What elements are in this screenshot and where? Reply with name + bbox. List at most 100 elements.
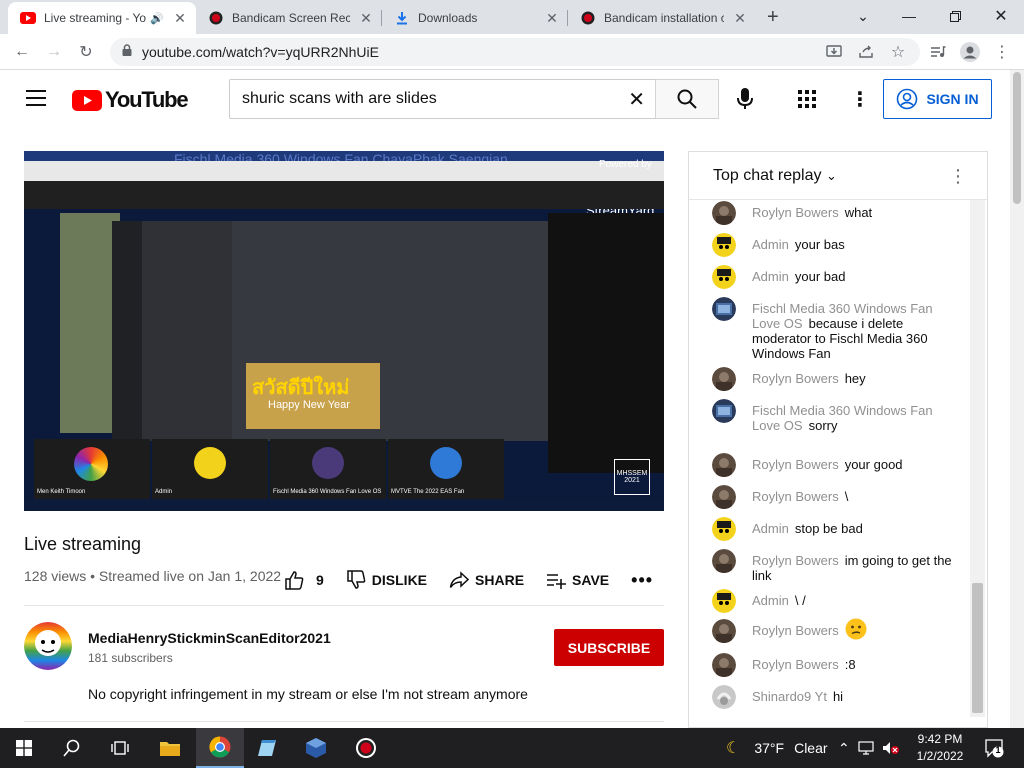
virtualbox-taskbar-button[interactable] — [292, 728, 340, 768]
chat-author-avatar[interactable] — [712, 685, 736, 709]
chat-author-avatar[interactable] — [712, 485, 736, 509]
chat-author-avatar[interactable] — [712, 367, 736, 391]
share-button[interactable]: SHARE — [449, 570, 524, 590]
browser-menu-icon[interactable]: ⋮ — [990, 40, 1014, 64]
media-control-icon[interactable] — [926, 40, 950, 64]
chat-message: Admin your bad — [712, 265, 952, 289]
player-inner-channel-list — [142, 221, 232, 441]
speaker-muted-icon[interactable] — [882, 741, 900, 755]
chat-author-avatar[interactable] — [712, 201, 736, 225]
notification-center-button[interactable]: 1 — [984, 738, 1004, 763]
share-page-icon[interactable] — [854, 40, 878, 64]
task-view-button[interactable] — [96, 728, 144, 768]
channel-avatar[interactable] — [24, 622, 72, 670]
hamburger-menu-icon[interactable] — [26, 90, 46, 111]
close-icon[interactable]: ✕ — [732, 10, 748, 26]
confused-face-icon — [845, 618, 867, 640]
chat-author-name[interactable]: Admin — [752, 269, 789, 284]
tab-live-streaming[interactable]: Live streaming - Yo 🔊 ✕ — [8, 2, 196, 34]
back-button[interactable]: ← — [10, 40, 34, 64]
reload-button[interactable]: ↻ — [74, 40, 98, 64]
chat-author-name[interactable]: Roylyn Bowers — [752, 657, 839, 672]
close-window-button[interactable]: ✕ — [978, 0, 1024, 32]
close-icon[interactable]: ✕ — [358, 10, 374, 26]
search-box[interactable]: shuric scans with are slides ✕ — [229, 79, 656, 119]
install-app-icon[interactable] — [822, 40, 846, 64]
dislike-button[interactable]: DISLIKE — [346, 570, 427, 590]
voice-search-icon[interactable] — [737, 88, 753, 115]
omnibox[interactable]: youtube.com/watch?v=yqURR2NhUiE — [110, 38, 920, 66]
channel-name[interactable]: MediaHenryStickminScanEditor2021 — [88, 630, 331, 646]
sign-in-button[interactable]: SIGN IN — [883, 79, 992, 119]
apps-grid-icon[interactable] — [798, 90, 816, 113]
tab-bandicam-recorder[interactable]: Bandicam Screen Reco ✕ — [196, 2, 382, 34]
close-icon[interactable]: ✕ — [544, 10, 560, 26]
search-input[interactable]: shuric scans with are slides — [242, 90, 628, 108]
close-icon[interactable]: ✕ — [172, 10, 188, 26]
chat-author-name[interactable]: Roylyn Bowers — [752, 371, 839, 386]
notepad-taskbar-button[interactable] — [244, 728, 292, 768]
new-tab-button[interactable]: + — [767, 7, 779, 27]
bookmark-star-icon[interactable]: ☆ — [886, 40, 910, 64]
chat-author-name[interactable]: Shinardo9 Yt — [752, 689, 827, 704]
page-scrollbar-thumb[interactable] — [1013, 72, 1021, 204]
taskbar-clock[interactable]: 9:42 PM 1/2/2022 — [916, 731, 964, 765]
chat-mode-selector[interactable]: Top chat replay ⌄ — [713, 167, 837, 185]
tab-downloads[interactable]: Downloads ✕ — [382, 2, 568, 34]
file-explorer-button[interactable] — [146, 728, 194, 768]
participant-tile: MVTVE The 2022 EAS Fan — [388, 439, 504, 499]
subscribe-button[interactable]: SUBSCRIBE — [554, 629, 664, 666]
chat-author-avatar[interactable] — [712, 297, 736, 321]
chat-author-name[interactable]: Roylyn Bowers — [752, 457, 839, 472]
clear-search-icon[interactable]: ✕ — [628, 87, 645, 112]
chat-menu-icon[interactable]: ⋮ — [949, 166, 967, 187]
chat-author-avatar[interactable] — [712, 653, 736, 677]
chat-author-avatar[interactable] — [712, 517, 736, 541]
youtube-logo[interactable]: YouTube — [72, 87, 189, 113]
search-button[interactable] — [655, 79, 719, 119]
chat-author-avatar[interactable] — [712, 399, 736, 423]
chrome-taskbar-button[interactable] — [196, 728, 244, 768]
chat-author-name[interactable]: Roylyn Bowers — [752, 553, 839, 568]
page-scrollbar[interactable] — [1010, 70, 1024, 728]
start-button[interactable] — [0, 728, 48, 768]
tab-search-button[interactable]: ⌄ — [840, 0, 886, 32]
chat-author-avatar[interactable] — [712, 549, 736, 573]
chat-scrollbar[interactable] — [970, 200, 985, 717]
sign-in-label: SIGN IN — [926, 91, 979, 107]
weather-widget[interactable]: ☾ 37°F Clear — [726, 728, 828, 768]
chat-author-name[interactable]: Roylyn Bowers — [752, 489, 839, 504]
chat-author-avatar[interactable] — [712, 619, 736, 643]
chat-author-name[interactable]: Roylyn Bowers — [752, 205, 839, 220]
chevron-up-icon[interactable]: ⌃ — [838, 740, 850, 757]
more-actions-button[interactable]: ••• — [631, 570, 653, 591]
chat-author-name[interactable]: Admin — [752, 237, 789, 252]
minimize-button[interactable]: — — [886, 0, 932, 32]
bandicam-icon — [208, 10, 224, 26]
chat-author-name[interactable]: Fischl Media 360 Windows Fan Love OS — [752, 403, 933, 433]
chat-author-avatar[interactable] — [712, 453, 736, 477]
chat-scrollbar-thumb[interactable] — [972, 583, 983, 713]
chat-author-name[interactable]: Admin — [752, 593, 789, 608]
network-icon[interactable] — [858, 741, 874, 755]
restore-button[interactable] — [932, 0, 978, 32]
chat-author-name[interactable]: Roylyn Bowers — [752, 623, 839, 638]
video-player[interactable]: Fischl Media 360 Windows Fan ChayaPhak S… — [24, 151, 664, 511]
chat-author-avatar[interactable] — [712, 589, 736, 613]
chat-author-avatar[interactable] — [712, 233, 736, 257]
like-button[interactable]: 9 — [284, 570, 324, 590]
profile-avatar-icon[interactable] — [958, 40, 982, 64]
chat-author-name[interactable]: Admin — [752, 521, 789, 536]
save-button[interactable]: SAVE — [546, 570, 609, 590]
speaker-icon[interactable]: 🔊 — [150, 12, 164, 25]
tab-bandicam-installation[interactable]: Bandicam installation c ✕ — [568, 2, 756, 34]
chat-message-text: sorry — [808, 418, 838, 433]
chat-author-avatar[interactable] — [712, 265, 736, 289]
player-inner-taskbar — [24, 499, 664, 511]
lock-icon[interactable] — [122, 43, 132, 61]
settings-menu-icon[interactable]: ⋮ — [850, 87, 870, 112]
chevron-down-icon: ⌄ — [825, 167, 837, 183]
bandicam-taskbar-button[interactable] — [342, 728, 390, 768]
taskbar-search-button[interactable] — [48, 728, 96, 768]
forward-button[interactable]: → — [42, 40, 66, 64]
